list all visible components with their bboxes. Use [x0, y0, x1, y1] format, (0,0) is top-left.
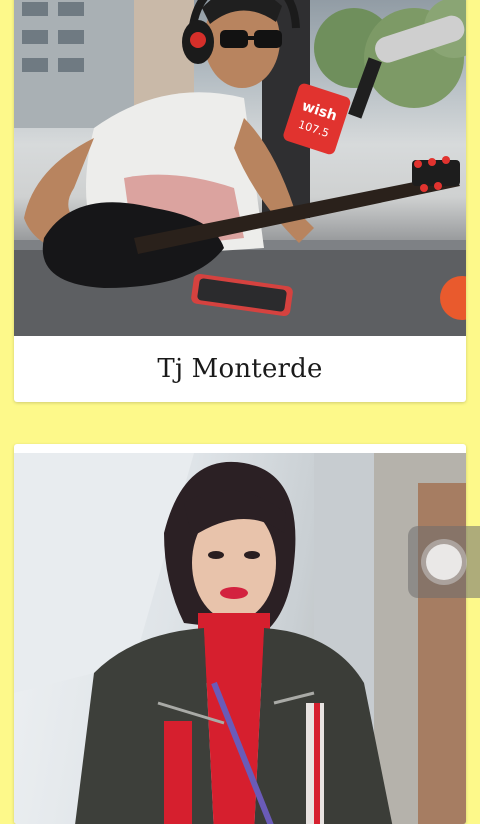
artist-card[interactable]	[14, 444, 466, 824]
assistive-touch-button[interactable]	[408, 526, 480, 598]
assistive-touch-icon	[426, 544, 462, 580]
artist-name: Tj Monterde	[157, 354, 323, 384]
artist-photo	[14, 453, 466, 824]
artist-photo-illustration	[14, 453, 466, 824]
artist-card[interactable]: wish 107.5 Tj Monterde	[14, 0, 466, 402]
artist-photo: wish 107.5	[14, 0, 466, 336]
artist-photo-illustration: wish 107.5	[14, 0, 466, 336]
